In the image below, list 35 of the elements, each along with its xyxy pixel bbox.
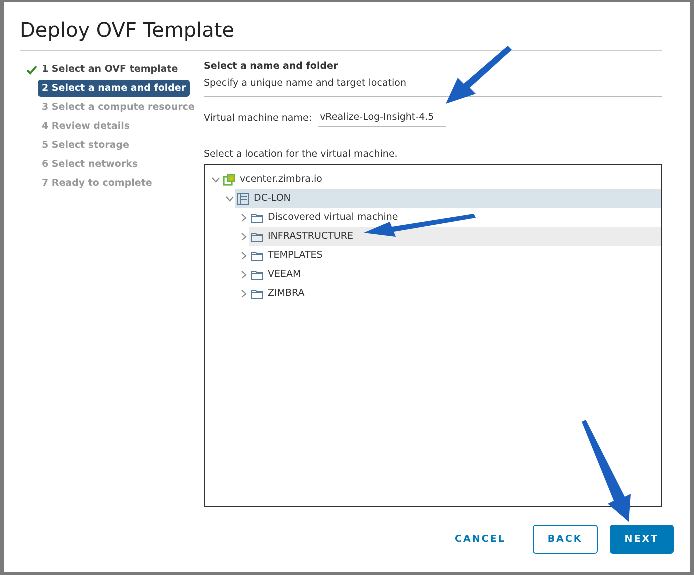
tree-item-label: vcenter.zimbra.io xyxy=(240,174,322,185)
wizard-step[interactable]: 2 Select a name and folder xyxy=(38,80,190,97)
dialog-button[interactable]: BACK xyxy=(532,525,598,554)
wizard-step[interactable]: 1 Select an OVF template xyxy=(38,61,182,78)
tree-item[interactable]: TEMPLATES xyxy=(249,246,661,265)
tree-item-label: DC-LON xyxy=(254,193,291,204)
tree-item-label: TEMPLATES xyxy=(268,250,323,261)
caret-icon[interactable] xyxy=(239,288,249,298)
caret-icon[interactable] xyxy=(239,270,249,280)
folder-icon xyxy=(251,212,264,224)
caret-icon[interactable] xyxy=(239,212,249,222)
tree-item[interactable]: DC-LON xyxy=(235,189,661,208)
tree-item-label: Discovered virtual machine xyxy=(268,212,398,223)
folder-icon xyxy=(251,288,264,300)
tree-item-label: VEEAM xyxy=(268,269,302,280)
field-label: Virtual machine name: xyxy=(204,112,312,124)
tree-item[interactable]: vcenter.zimbra.io xyxy=(221,170,661,189)
tree-item[interactable]: INFRASTRUCTURE xyxy=(249,227,661,246)
folder-icon xyxy=(251,230,264,242)
vcenter-icon xyxy=(223,174,236,186)
tree-item-label: INFRASTRUCTURE xyxy=(268,231,354,242)
dialog-button[interactable]: NEXT xyxy=(610,525,674,554)
tree-item-label: ZIMBRA xyxy=(268,288,305,299)
building-icon xyxy=(237,192,250,204)
section-heading: Select a name and folder xyxy=(204,61,340,72)
caret-icon[interactable] xyxy=(239,250,249,260)
tree-item[interactable]: VEEAM xyxy=(249,265,661,284)
caret-icon[interactable] xyxy=(239,232,249,242)
tree-item[interactable]: Discovered virtual machine xyxy=(249,208,661,227)
dialog-title: Deploy OVF Template xyxy=(20,18,662,51)
folder-icon xyxy=(251,268,264,280)
tree-item[interactable]: ZIMBRA xyxy=(249,284,661,303)
folder-icon xyxy=(251,250,264,262)
annotation-arrow xyxy=(446,46,512,104)
location-label: Select a location for the virtual machine. xyxy=(204,149,399,160)
